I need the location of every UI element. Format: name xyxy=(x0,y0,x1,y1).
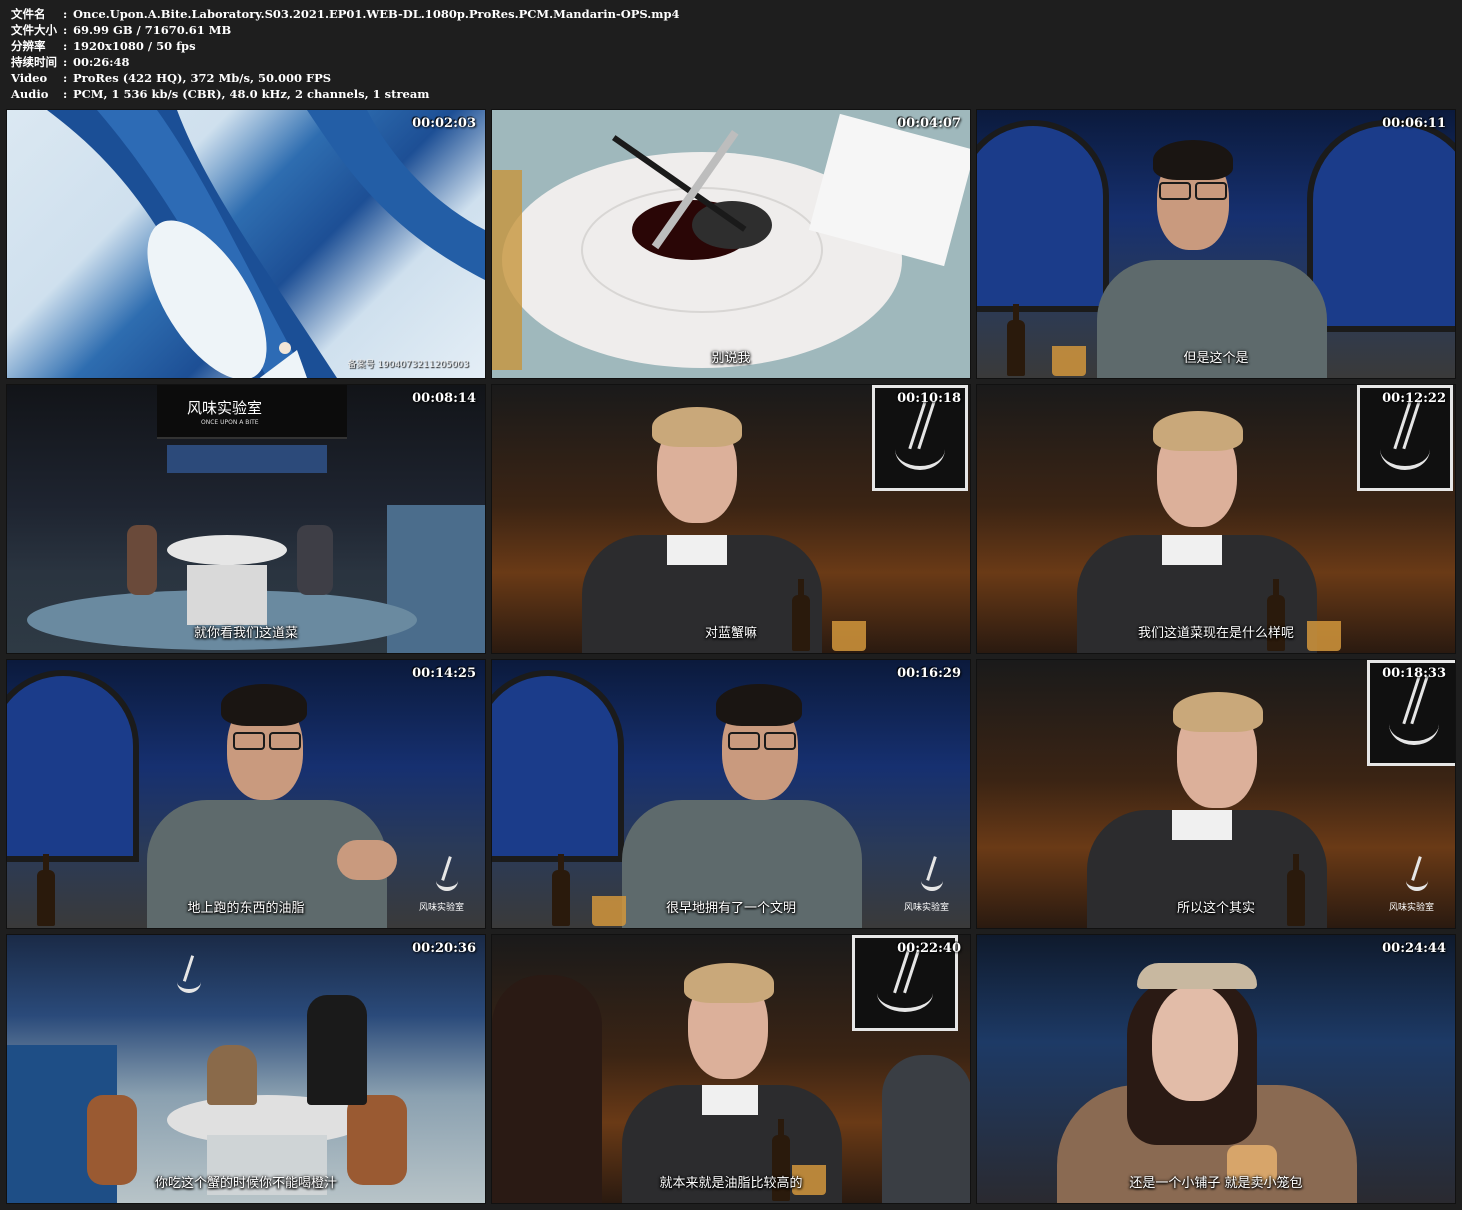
thumbnail-frame[interactable]: 00:06:11 但是这个是 xyxy=(976,109,1456,379)
frame-timestamp: 00:16:29 xyxy=(897,666,961,681)
license-watermark: 备案号 1904073211205003 xyxy=(347,360,469,370)
thumbnail-frame[interactable]: 00:24:44 还是一个小铺子 就是卖小笼包 xyxy=(976,934,1456,1204)
frame-subtitle: 就你看我们这道菜 xyxy=(193,626,298,641)
host-woman-scene xyxy=(977,935,1455,1203)
thumbnail-frame[interactable]: 风味实验室 00:16:29 很早地拥有了一个文明 xyxy=(491,659,971,929)
headband xyxy=(1137,963,1257,989)
frame-subtitle: 就本来就是油脂比较高的 xyxy=(659,1176,803,1191)
thumbnail-frame[interactable]: 00:10:18 对蓝蟹嘛 xyxy=(491,384,971,654)
frame-subtitle: 别说我 xyxy=(711,351,751,366)
info-label: Audio xyxy=(11,87,49,101)
thumbnail-frame[interactable]: 00:04:07 别说我 xyxy=(491,109,971,379)
info-row-duration: 持续时间:00:26:48 xyxy=(11,55,130,69)
whale-illustration xyxy=(7,110,485,378)
frame-timestamp: 00:08:14 xyxy=(412,391,476,406)
show-logo-icon xyxy=(427,850,467,900)
frame-timestamp: 00:22:40 xyxy=(897,941,961,956)
info-value: 1920x1080 / 50 fps xyxy=(73,39,196,53)
dining-table xyxy=(167,535,287,565)
thumbnail-frame[interactable]: 00:20:36 你吃这个蟹的时候你不能喝橙汁 xyxy=(6,934,486,1204)
frame-timestamp: 00:10:18 xyxy=(897,391,961,406)
thumbnail-frame[interactable]: 00:12:22 我们这道菜现在是什么样呢 xyxy=(976,384,1456,654)
thumbnail-grid: 00:02:03 备案号 1904073211205003 00:04:07 别… xyxy=(6,109,1456,1204)
thumbnail-frame[interactable]: 风味实验室 ONCE UPON A BITE 00:08:14 就你看我们这道菜 xyxy=(6,384,486,654)
info-value: PCM, 1 536 kb/s (CBR), 48.0 kHz, 2 chann… xyxy=(73,87,430,101)
info-label: Video xyxy=(11,71,48,85)
show-logo-icon xyxy=(1397,850,1437,900)
show-logo-icon xyxy=(167,949,211,1003)
media-info-header: 文件名: Once.Upon.A.Bite.Laboratory.S03.2021… xyxy=(11,6,680,102)
info-label: 文件大小 xyxy=(11,23,57,37)
info-row-resolution: 分辨率:1920x1080 / 50 fps xyxy=(11,39,196,53)
info-row-filename: 文件名: Once.Upon.A.Bite.Laboratory.S03.2021… xyxy=(11,7,680,21)
frame-subtitle: 你吃这个蟹的时候你不能喝橙汁 xyxy=(154,1176,337,1191)
info-row-audio: Audio: PCM, 1 536 kb/s (CBR), 48.0 kHz, 2… xyxy=(11,87,430,101)
info-value: 69.99 GB / 71670.61 MB xyxy=(73,23,232,37)
frame-subtitle: 我们这道菜现在是什么样呢 xyxy=(1137,626,1294,641)
show-logo-icon xyxy=(912,850,952,900)
host-scene: 风味实验室 xyxy=(7,660,485,928)
thumbnail-frame[interactable]: 00:02:03 备案号 1904073211205003 xyxy=(6,109,486,379)
frame-subtitle: 还是一个小铺子 就是卖小笼包 xyxy=(1129,1176,1303,1191)
info-label: 持续时间 xyxy=(11,55,57,69)
host-scene xyxy=(977,110,1455,378)
frame-subtitle: 所以这个其实 xyxy=(1176,901,1255,916)
whale-icon xyxy=(47,110,485,378)
thumbnail-frame[interactable]: 00:22:40 就本来就是油脂比较高的 xyxy=(491,934,971,1204)
frame-timestamp: 00:02:03 xyxy=(412,116,476,131)
frame-subtitle: 地上跑的东西的油脂 xyxy=(187,901,305,916)
frame-timestamp: 00:12:22 xyxy=(1382,391,1446,406)
info-value: Once.Upon.A.Bite.Laboratory.S03.2021.EP0… xyxy=(73,7,680,21)
frame-timestamp: 00:20:36 xyxy=(412,941,476,956)
sign-subtitle: ONCE UPON A BITE xyxy=(201,419,259,426)
frame-timestamp: 00:14:25 xyxy=(412,666,476,681)
guest-scene xyxy=(977,385,1455,653)
studio-wide-scene: 风味实验室 ONCE UPON A BITE xyxy=(7,385,485,653)
frame-timestamp: 00:04:07 xyxy=(897,116,961,131)
frame-timestamp: 00:06:11 xyxy=(1382,116,1446,131)
guest-scene xyxy=(492,935,970,1203)
info-row-video: Video: ProRes (422 HQ), 372 Mb/s, 50.000 … xyxy=(11,71,332,85)
studio-table-scene xyxy=(7,935,485,1203)
frame-subtitle: 但是这个是 xyxy=(1183,351,1249,366)
guest-scene xyxy=(492,385,970,653)
thumbnail-frame[interactable]: 风味实验室 00:18:33 所以这个其实 xyxy=(976,659,1456,929)
info-row-filesize: 文件大小:69.99 GB / 71670.61 MB xyxy=(11,23,232,37)
frame-subtitle: 对蓝蟹嘛 xyxy=(704,626,757,641)
frame-subtitle: 很早地拥有了一个文明 xyxy=(665,901,796,916)
info-label: 文件名 xyxy=(11,7,46,21)
frame-timestamp: 00:24:44 xyxy=(1382,941,1446,956)
thumbnail-frame[interactable]: 风味实验室 00:14:25 地上跑的东西的油脂 xyxy=(6,659,486,929)
studio-sign: 风味实验室 ONCE UPON A BITE xyxy=(157,385,347,439)
frame-timestamp: 00:18:33 xyxy=(1382,666,1446,681)
sign-title: 风味实验室 xyxy=(187,399,263,417)
plate-scene xyxy=(492,110,970,378)
host-scene: 风味实验室 xyxy=(492,660,970,928)
info-value: 00:26:48 xyxy=(73,55,130,69)
info-value: ProRes (422 HQ), 372 Mb/s, 50.000 FPS xyxy=(73,71,332,85)
info-label: 分辨率 xyxy=(11,39,46,53)
guest-scene: 风味实验室 xyxy=(977,660,1455,928)
